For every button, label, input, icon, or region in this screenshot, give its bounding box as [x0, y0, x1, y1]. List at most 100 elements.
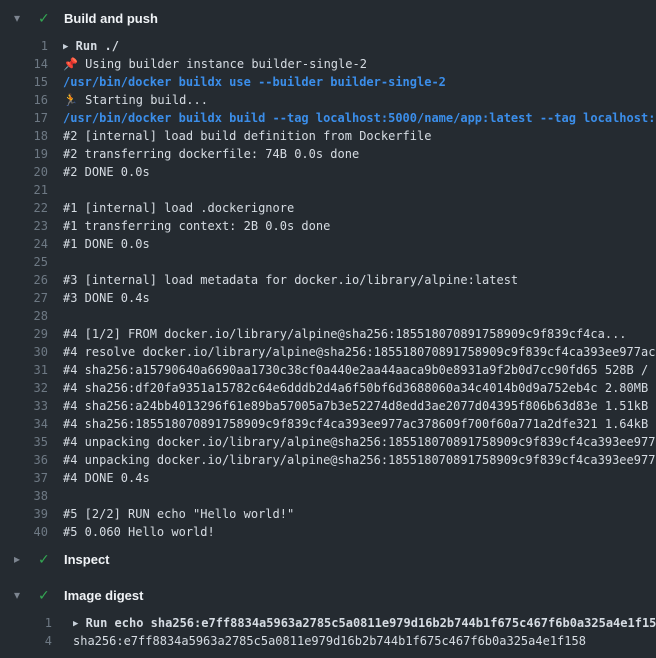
line-text: 📌 Using builder instance builder-single-… [63, 55, 367, 73]
line-text: #3 DONE 0.4s [63, 289, 150, 307]
log-line: 39 #5 [2/2] RUN echo "Hello world!" [0, 505, 656, 523]
line-number[interactable]: 23 [0, 217, 48, 235]
line-number[interactable]: 24 [0, 235, 48, 253]
line-number[interactable]: 17 [0, 109, 48, 127]
log-line: 16 🏃 Starting build... [0, 91, 656, 109]
log-line: 38 [0, 487, 656, 505]
line-number[interactable]: 4 [0, 632, 52, 650]
line-number[interactable]: 29 [0, 325, 48, 343]
line-text: #4 unpacking docker.io/library/alpine@sh… [63, 433, 656, 451]
log-section-build-and-push: ▾ ✓ Build and push 1 ▶ Run ./ 14 📌 Using… [0, 4, 656, 545]
line-number[interactable]: 22 [0, 199, 48, 217]
success-check-icon: ✓ [38, 11, 64, 25]
line-text: #5 [2/2] RUN echo "Hello world!" [63, 505, 294, 523]
line-number[interactable]: 14 [0, 55, 48, 73]
line-number[interactable]: 39 [0, 505, 48, 523]
line-number[interactable]: 30 [0, 343, 48, 361]
line-text: #4 unpacking docker.io/library/alpine@sh… [63, 451, 656, 469]
line-text: ▶ Run ./ [63, 37, 119, 55]
log-line: 31 #4 sha256:a15790640a6690aa1730c38cf0a… [0, 361, 656, 379]
log-line: 15 /usr/bin/docker buildx use --builder … [0, 73, 656, 91]
line-number[interactable]: 33 [0, 397, 48, 415]
line-number[interactable]: 1 [0, 614, 52, 632]
section-body: 1 ▶ Run echo sha256:e7ff8834a5963a2785c5… [0, 609, 656, 654]
line-number[interactable]: 18 [0, 127, 48, 145]
line-text: #4 DONE 0.4s [63, 469, 150, 487]
log-line: 40 #5 0.060 Hello world! [0, 523, 656, 541]
log-line: 27 #3 DONE 0.4s [0, 289, 656, 307]
success-check-icon: ✓ [38, 552, 64, 566]
line-number[interactable]: 34 [0, 415, 48, 433]
log-line: 1 ▶ Run ./ [0, 37, 656, 55]
log-line: 14 📌 Using builder instance builder-sing… [0, 55, 656, 73]
line-text: #1 transferring context: 2B 0.0s done [63, 217, 330, 235]
line-text: #5 0.060 Hello world! [63, 523, 215, 541]
log-line: 32 #4 sha256:df20fa9351a15782c64e6dddb2d… [0, 379, 656, 397]
line-number[interactable]: 25 [0, 253, 48, 271]
line-number[interactable]: 31 [0, 361, 48, 379]
success-check-icon: ✓ [38, 588, 64, 602]
line-number[interactable]: 40 [0, 523, 48, 541]
line-text: #4 sha256:a24bb4013296f61e89ba57005a7b3e… [63, 397, 656, 415]
section-header[interactable]: ▸ ✓ Inspect [0, 545, 656, 573]
log-line: 1 ▶ Run echo sha256:e7ff8834a5963a2785c5… [0, 614, 656, 632]
line-number[interactable]: 35 [0, 433, 48, 451]
log-line: 4 sha256:e7ff8834a5963a2785c5a0811e979d1… [0, 632, 656, 650]
log-line: 35 #4 unpacking docker.io/library/alpine… [0, 433, 656, 451]
section-header[interactable]: ▾ ✓ Build and push [0, 4, 656, 32]
line-number[interactable]: 16 [0, 91, 48, 109]
line-number[interactable]: 15 [0, 73, 48, 91]
line-text: /usr/bin/docker buildx build --tag local… [63, 109, 656, 127]
section-caret-icon[interactable]: ▸ [14, 553, 38, 565]
section-title: Build and push [64, 11, 158, 26]
log-line: 29 #4 [1/2] FROM docker.io/library/alpin… [0, 325, 656, 343]
log-line: 18 #2 [internal] load build definition f… [0, 127, 656, 145]
line-number[interactable]: 27 [0, 289, 48, 307]
section-caret-icon[interactable]: ▾ [14, 12, 38, 24]
log-line: 36 #4 unpacking docker.io/library/alpine… [0, 451, 656, 469]
line-number[interactable]: 37 [0, 469, 48, 487]
log-line: 24 #1 DONE 0.0s [0, 235, 656, 253]
line-text: #2 [internal] load build definition from… [63, 127, 431, 145]
log-line: 19 #2 transferring dockerfile: 74B 0.0s … [0, 145, 656, 163]
line-number[interactable]: 20 [0, 163, 48, 181]
log-line: 30 #4 resolve docker.io/library/alpine@s… [0, 343, 656, 361]
line-number[interactable]: 36 [0, 451, 48, 469]
section-title: Inspect [64, 552, 110, 567]
line-text: 🏃 Starting build... [63, 91, 208, 109]
log-line: 21 [0, 181, 656, 199]
line-text: #4 sha256:185518070891758909c9f839cf4ca3… [63, 415, 656, 433]
log-line: 23 #1 transferring context: 2B 0.0s done [0, 217, 656, 235]
line-number[interactable]: 38 [0, 487, 48, 505]
log-line: 26 #3 [internal] load metadata for docke… [0, 271, 656, 289]
log-line: 20 #2 DONE 0.0s [0, 163, 656, 181]
log-line: 33 #4 sha256:a24bb4013296f61e89ba57005a7… [0, 397, 656, 415]
section-caret-icon[interactable]: ▾ [14, 589, 38, 601]
line-text-content: Run ./ [68, 39, 119, 53]
log-line: 25 [0, 253, 656, 271]
line-text: #4 resolve docker.io/library/alpine@sha2… [63, 343, 656, 361]
line-text: #4 [1/2] FROM docker.io/library/alpine@s… [63, 325, 627, 343]
line-number[interactable]: 1 [0, 37, 48, 55]
log-line: 22 #1 [internal] load .dockerignore [0, 199, 656, 217]
line-number[interactable]: 32 [0, 379, 48, 397]
log-line: 28 [0, 307, 656, 325]
log-line: 37 #4 DONE 0.4s [0, 469, 656, 487]
line-number[interactable]: 21 [0, 181, 48, 199]
log-section-image-digest: ▾ ✓ Image digest 1 ▶ Run echo sha256:e7f… [0, 581, 656, 654]
line-text: #2 transferring dockerfile: 74B 0.0s don… [63, 145, 359, 163]
line-number[interactable]: 19 [0, 145, 48, 163]
line-text: #3 [internal] load metadata for docker.i… [63, 271, 518, 289]
section-header[interactable]: ▾ ✓ Image digest [0, 581, 656, 609]
log-line: 34 #4 sha256:185518070891758909c9f839cf4… [0, 415, 656, 433]
line-text: #2 DONE 0.0s [63, 163, 150, 181]
line-text: #4 sha256:a15790640a6690aa1730c38cf0a440… [63, 361, 656, 379]
line-text: #1 [internal] load .dockerignore [63, 199, 294, 217]
log-line: 17 /usr/bin/docker buildx build --tag lo… [0, 109, 656, 127]
line-number[interactable]: 26 [0, 271, 48, 289]
line-number[interactable]: 28 [0, 307, 48, 325]
section-title: Image digest [64, 588, 143, 603]
line-text-content: Run echo sha256:e7ff8834a5963a2785c5a081… [78, 616, 656, 630]
line-text: ▶ Run echo sha256:e7ff8834a5963a2785c5a0… [73, 614, 656, 632]
workflow-log-viewer: ▾ ✓ Build and push 1 ▶ Run ./ 14 📌 Using… [0, 0, 656, 658]
